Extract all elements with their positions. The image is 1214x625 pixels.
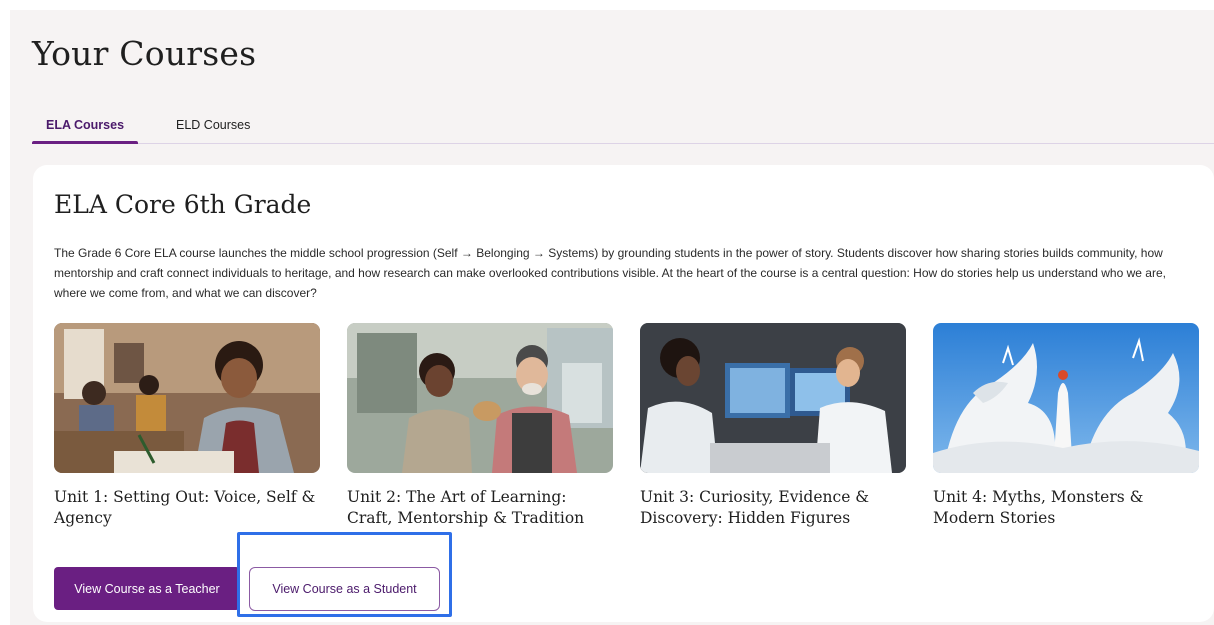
unit-1-image[interactable] bbox=[54, 323, 320, 473]
unit-2-title[interactable]: Unit 2: The Art of Learning: Craft, Ment… bbox=[347, 487, 613, 529]
view-as-teacher-button[interactable]: View Course as a Teacher bbox=[54, 567, 240, 610]
tab-eld-courses[interactable]: ELD Courses bbox=[162, 118, 264, 144]
page-title: Your Courses bbox=[32, 34, 257, 73]
unit-2-image[interactable] bbox=[347, 323, 613, 473]
view-as-student-button[interactable]: View Course as a Student bbox=[249, 567, 440, 611]
unit-1-title[interactable]: Unit 1: Setting Out: Voice, Self & Agenc… bbox=[54, 487, 320, 529]
unit-4-image[interactable] bbox=[933, 323, 1199, 473]
courses-page: Your Courses ELA Courses ELD Courses ELA… bbox=[10, 10, 1214, 625]
course-description: The Grade 6 Core ELA course launches the… bbox=[54, 246, 1166, 300]
tab-ela-courses[interactable]: ELA Courses bbox=[32, 118, 139, 144]
unit-3-title[interactable]: Unit 3: Curiosity, Evidence & Discovery:… bbox=[640, 487, 906, 529]
unit-3-image[interactable] bbox=[640, 323, 906, 473]
unit-4-title[interactable]: Unit 4: Myths, Monsters & Modern Stories bbox=[933, 487, 1199, 529]
course-tabs: ELA Courses ELD Courses bbox=[32, 114, 1214, 144]
course-title: ELA Core 6th Grade bbox=[54, 190, 312, 219]
unit-card-2[interactable]: Unit 2: The Art of Learning: Craft, Ment… bbox=[347, 323, 613, 529]
unit-card-1[interactable]: Unit 1: Setting Out: Voice, Self & Agenc… bbox=[54, 323, 320, 529]
unit-card-3[interactable]: Unit 3: Curiosity, Evidence & Discovery:… bbox=[640, 323, 906, 529]
unit-card-4[interactable]: Unit 4: Myths, Monsters & Modern Stories bbox=[933, 323, 1199, 529]
course-card: ELA Core 6th Grade The Grade 6 Core ELA … bbox=[33, 165, 1214, 622]
